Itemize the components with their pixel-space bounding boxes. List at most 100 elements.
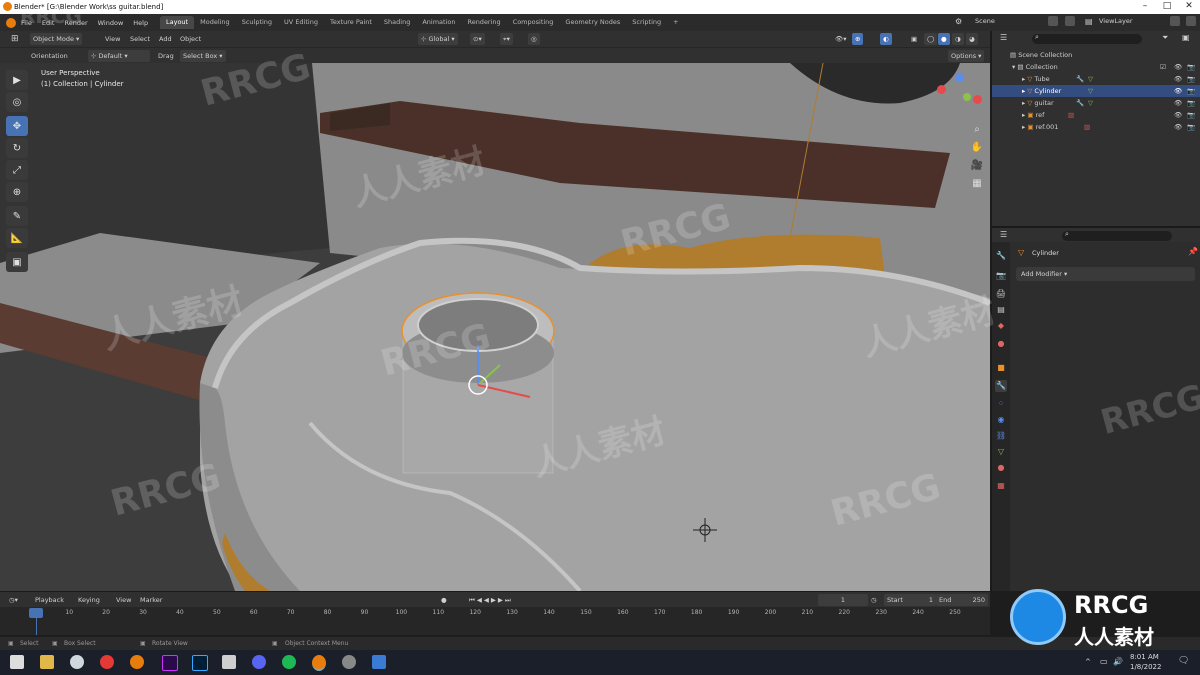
eye-icon[interactable]: 👁 <box>1174 97 1182 109</box>
select-tool-icon[interactable]: ▶ <box>6 70 28 90</box>
add-cube-tool-icon[interactable]: ▣ <box>6 252 28 272</box>
transform-orientation-dropdown[interactable]: ⊹ Global ▾ <box>418 33 458 45</box>
new-scene-icon[interactable] <box>1048 16 1058 26</box>
view-menu-timeline[interactable]: View <box>113 594 134 606</box>
clock-time[interactable]: 8:01 AM <box>1130 653 1159 661</box>
delete-view-layer-icon[interactable] <box>1186 16 1196 26</box>
tab-uv-editing[interactable]: UV Editing <box>278 16 324 29</box>
transform-tool-icon[interactable]: ⊕ <box>6 182 28 202</box>
maximize-button[interactable]: □ <box>1156 0 1178 14</box>
expand-icon[interactable]: ▸ <box>1022 111 1025 119</box>
properties-search-input[interactable] <box>1062 231 1172 241</box>
discord-icon[interactable] <box>252 655 266 669</box>
nav-x-neg-icon[interactable] <box>937 85 946 94</box>
constraints-tab-icon[interactable]: ⛓ <box>995 430 1007 442</box>
select-menu[interactable]: Select <box>127 33 153 45</box>
chrome-icon[interactable] <box>100 655 114 669</box>
eye-icon[interactable]: 👁 <box>1174 73 1182 85</box>
proportional-edit-icon[interactable]: ◎ <box>528 33 540 45</box>
minimize-button[interactable]: – <box>1134 0 1156 14</box>
filter-icon[interactable]: ⏷ <box>1162 33 1168 43</box>
record-button-icon[interactable]: ● <box>438 594 450 606</box>
object-tab-icon[interactable]: ■ <box>995 362 1007 374</box>
snap-icon[interactable]: ⌖▾ <box>500 33 513 45</box>
scene-tab-icon[interactable]: ◆ <box>995 320 1007 332</box>
expand-icon[interactable]: ▸ <box>1022 75 1025 83</box>
playback-menu[interactable]: Playback <box>32 594 67 606</box>
material-shading-icon[interactable]: ◑ <box>952 33 964 45</box>
premiere-icon[interactable] <box>162 655 178 671</box>
checkbox-icon[interactable]: ☑ <box>1160 61 1166 73</box>
camera-render-icon[interactable]: 📷 <box>1187 121 1195 133</box>
eye-icon[interactable]: 👁 <box>1174 85 1182 97</box>
nav-x-icon[interactable] <box>973 95 982 104</box>
outliner-row-tube[interactable]: ▸ ▽ Tube 🔧 ▽ 👁 📷 <box>992 73 1200 85</box>
visibility-icon[interactable]: 👁▾ <box>832 33 850 45</box>
gizmo-toggle-icon[interactable]: ⊕ <box>852 33 864 45</box>
new-collection-icon[interactable]: ▣ <box>1182 33 1190 42</box>
camera-render-icon[interactable]: 📷 <box>1187 61 1195 73</box>
tab-compositing[interactable]: Compositing <box>507 16 560 29</box>
camera-render-icon[interactable]: 📷 <box>1187 109 1195 121</box>
output-tab-icon[interactable]: 🖨 <box>995 288 1007 300</box>
physics-tab-icon[interactable]: ◉ <box>995 414 1007 426</box>
particles-tab-icon[interactable]: ⁘ <box>995 398 1007 410</box>
view-layer-tab-icon[interactable]: ▤ <box>995 304 1007 316</box>
scene-name[interactable]: Scene <box>975 17 995 25</box>
tab-geometry-nodes[interactable]: Geometry Nodes <box>559 16 626 29</box>
add-modifier-button[interactable]: Add Modifier ▾ <box>1016 267 1195 281</box>
camera-render-icon[interactable]: 📷 <box>1187 85 1195 97</box>
outliner-search-input[interactable] <box>1032 34 1142 44</box>
tab-rendering[interactable]: Rendering <box>461 16 506 29</box>
playhead[interactable] <box>29 608 43 618</box>
outliner-editor-icon[interactable]: ☰ <box>1000 33 1007 42</box>
add-menu[interactable]: Add <box>156 33 175 45</box>
file-explorer-icon[interactable] <box>40 655 54 669</box>
blender-menu-icon[interactable] <box>6 17 16 28</box>
annotate-tool-icon[interactable]: ✎ <box>6 206 28 226</box>
tray-chevron-icon[interactable]: ^ <box>1085 658 1091 666</box>
measure-tool-icon[interactable]: 📐 <box>6 228 28 248</box>
outliner-row-root[interactable]: ▤ Scene Collection <box>992 49 1200 61</box>
playback-controls[interactable]: ⏮◀◀▶▶⏭ <box>466 594 516 606</box>
rendered-shading-icon[interactable]: ◕ <box>966 33 978 45</box>
view-menu[interactable]: View <box>102 33 123 45</box>
drag-dropdown[interactable]: Select Box ▾ <box>180 50 226 62</box>
new-view-layer-icon[interactable] <box>1170 16 1180 26</box>
pan-hand-icon[interactable]: ✋ <box>970 141 984 155</box>
pivot-icon[interactable]: ⊙▾ <box>470 33 485 45</box>
notification-icon[interactable]: 🗨 <box>1178 656 1189 666</box>
obs-icon[interactable] <box>342 655 356 669</box>
blender-active-icon[interactable] <box>312 655 326 671</box>
menu-help[interactable]: Help <box>128 19 153 27</box>
timeline-editor-icon[interactable]: ◷▾ <box>6 594 21 606</box>
start-frame-field[interactable]: Start 1 <box>884 594 936 606</box>
modifier-tab-icon[interactable]: 🔧 <box>995 380 1007 392</box>
expand-icon[interactable]: ▸ <box>1022 123 1025 131</box>
tab-layout[interactable]: Layout <box>160 16 195 29</box>
pin-icon[interactable]: 📌 <box>1188 247 1198 256</box>
timeline[interactable]: 1102030405060708090100110120130140150160… <box>0 607 990 635</box>
spotify-icon[interactable] <box>282 655 296 669</box>
menu-edit[interactable]: Edit <box>37 19 60 27</box>
outliner-row-guitar[interactable]: ▸ ▽ guitar 🔧 ▽ 👁 📷 <box>992 97 1200 109</box>
view-layer-name[interactable]: ViewLayer <box>1099 17 1133 25</box>
outliner-row-ref-001[interactable]: ▸ ▣ ref.001 ▨ 👁 📷 <box>992 121 1200 133</box>
tab-shading[interactable]: Shading <box>378 16 416 29</box>
app-icon[interactable] <box>222 655 236 669</box>
menu-file[interactable]: File <box>16 19 37 27</box>
keying-menu[interactable]: Keying <box>75 594 103 606</box>
current-frame-field[interactable]: 1 <box>818 594 868 606</box>
tab-texture-paint[interactable]: Texture Paint <box>324 16 378 29</box>
marker-menu[interactable]: Marker <box>137 594 165 606</box>
texture-tab-icon[interactable]: ▦ <box>995 480 1007 492</box>
data-tab-icon[interactable]: ▽ <box>995 446 1007 458</box>
outliner-row-ref[interactable]: ▸ ▣ ref ▨ 👁 📷 <box>992 109 1200 121</box>
eye-icon[interactable]: 👁 <box>1174 121 1182 133</box>
clock-date[interactable]: 1/8/2022 <box>1130 663 1161 671</box>
solid-shading-icon[interactable]: ● <box>938 33 950 45</box>
outliner-row-cylinder[interactable]: ▸ ▽ Cylinder ▽ 👁 📷 <box>992 85 1200 97</box>
windows-start-icon[interactable] <box>10 655 24 669</box>
delete-scene-icon[interactable] <box>1065 16 1075 26</box>
menu-render[interactable]: Render <box>59 19 92 27</box>
